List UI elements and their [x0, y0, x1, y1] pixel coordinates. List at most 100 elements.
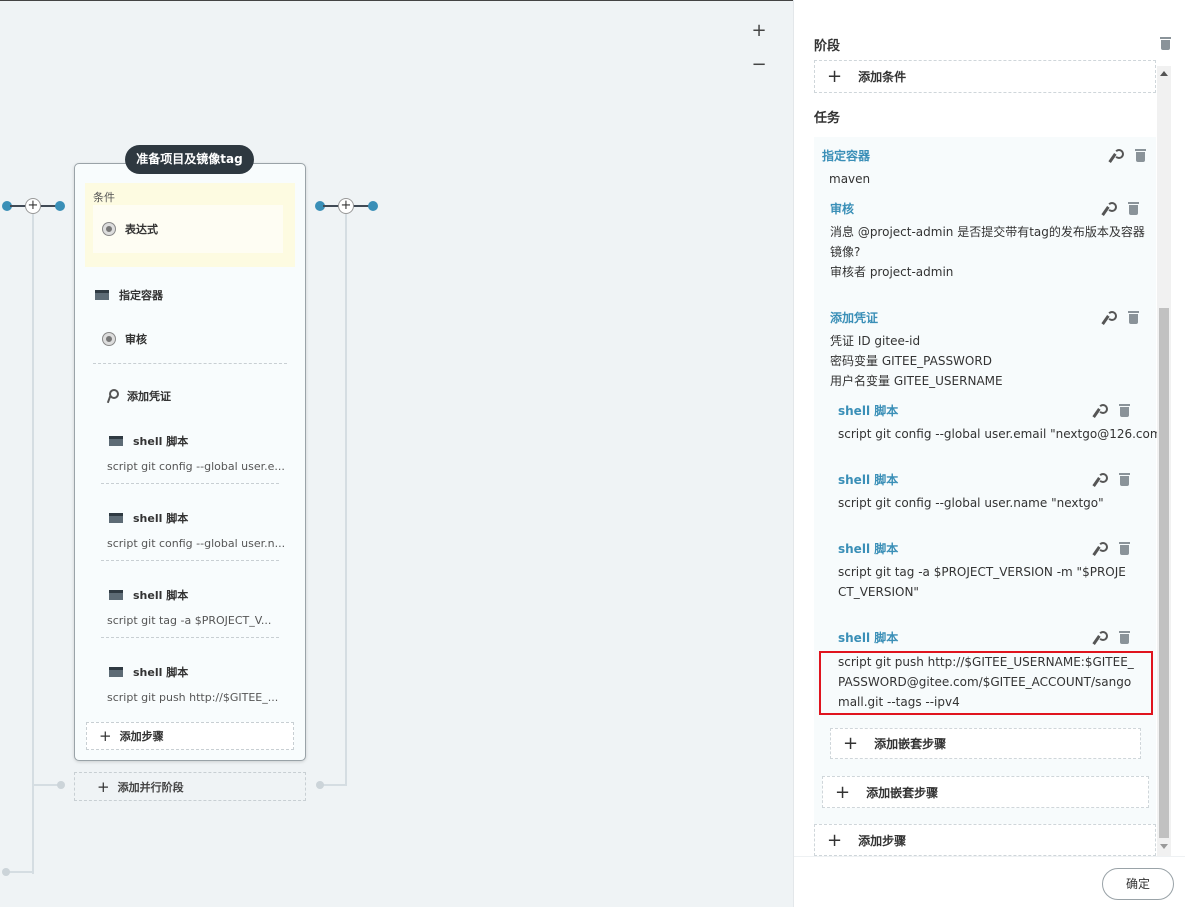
step-credential[interactable]: 添加凭证 — [105, 388, 171, 404]
delete-icon[interactable] — [1119, 542, 1130, 555]
scroll-up-icon[interactable] — [1160, 71, 1168, 76]
condition-item-label: 表达式 — [125, 223, 158, 236]
edit-wrench-icon[interactable] — [1102, 311, 1117, 324]
zoom-out-button[interactable]: − — [748, 55, 770, 77]
connector-dot — [368, 201, 378, 211]
step-summary: script git tag -a $PROJECT_V... — [107, 614, 272, 627]
panel-scroll-area: 阶段 + 添加条件 任务 指定容器 maven 审核 消息 @project-a… — [794, 0, 1185, 856]
terminal-icon — [109, 590, 123, 600]
radio-icon — [103, 333, 115, 345]
pipeline-canvas: + − + + 准备项目及镜像tag 条件 表达式 指定容器 审核 添加凭证 s… — [0, 0, 793, 907]
review-reviewer: 审核者 project-admin — [830, 265, 954, 279]
task-shell-title[interactable]: shell 脚本 — [838, 629, 898, 646]
task-container-title[interactable]: 指定容器 — [822, 147, 870, 164]
step-label: 审核 — [125, 333, 147, 346]
task-credential-title[interactable]: 添加凭证 — [830, 309, 878, 326]
delete-icon[interactable] — [1128, 202, 1139, 215]
add-condition-button[interactable]: + 添加条件 — [814, 60, 1156, 93]
step-label: 指定容器 — [119, 289, 163, 302]
stage-section-title: 阶段 — [814, 39, 841, 54]
step-shell[interactable]: shell 脚本 — [109, 587, 188, 603]
step-shell[interactable]: shell 脚本 — [109, 433, 188, 449]
step-shell[interactable]: shell 脚本 — [109, 510, 188, 526]
terminal-icon — [109, 667, 123, 677]
edit-wrench-icon[interactable] — [1093, 473, 1108, 486]
divider — [93, 363, 287, 364]
step-label: shell 脚本 — [133, 589, 189, 602]
scrollbar[interactable] — [1157, 66, 1171, 856]
branch-dot — [57, 781, 65, 789]
step-container[interactable]: 指定容器 — [95, 287, 163, 303]
delete-icon[interactable] — [1119, 404, 1130, 417]
edit-wrench-icon[interactable] — [1093, 542, 1108, 555]
edit-wrench-icon[interactable] — [1093, 631, 1108, 644]
branch-dot — [316, 781, 324, 789]
container-value: maven — [829, 172, 871, 186]
review-message-cont: 镜像? — [830, 245, 861, 259]
zoom-in-button[interactable]: + — [748, 21, 770, 43]
branch-line — [345, 214, 347, 786]
add-nested-step-button[interactable]: + 添加嵌套步骤 — [830, 728, 1141, 759]
panel-footer: 确定 — [794, 856, 1185, 907]
scroll-down-icon[interactable] — [1160, 844, 1168, 849]
credential-id: 凭证 ID gitee-id — [830, 334, 921, 348]
add-step-label: 添加步骤 — [858, 833, 907, 848]
delete-icon[interactable] — [1119, 473, 1130, 486]
delete-icon[interactable] — [1119, 631, 1130, 644]
terminal-icon — [109, 513, 123, 523]
review-message: 消息 @project-admin 是否提交带有tag的发布版本及容器 — [830, 225, 1145, 239]
task-shell-title[interactable]: shell 脚本 — [838, 471, 898, 488]
stage-card[interactable]: 条件 表达式 指定容器 审核 添加凭证 shell 脚本 script git … — [74, 163, 306, 761]
branch-line — [32, 214, 34, 874]
condition-item[interactable]: 表达式 — [93, 205, 283, 253]
step-label: shell 脚本 — [133, 512, 189, 525]
add-parallel-stage-label: 添加并行阶段 — [117, 780, 184, 794]
task-shell-title[interactable]: shell 脚本 — [838, 540, 898, 557]
highlight-box — [819, 651, 1153, 715]
branch-line — [320, 784, 347, 786]
scrollbar-thumb[interactable] — [1159, 308, 1169, 838]
task-section-title: 任务 — [814, 111, 841, 126]
add-step-label: 添加步骤 — [119, 730, 164, 743]
step-label: shell 脚本 — [133, 666, 189, 679]
shell-script: script git tag -a $PROJECT_VERSION -m "$… — [838, 565, 1126, 599]
edit-wrench-icon[interactable] — [1093, 404, 1108, 417]
add-stage-plus-icon[interactable]: + — [25, 198, 41, 214]
add-nested-step-label: 添加嵌套步骤 — [866, 785, 939, 800]
top-divider — [0, 0, 793, 1]
credential-username-var: 用户名变量 GITEE_USERNAME — [830, 374, 1003, 388]
stage-detail-panel: 阶段 + 添加条件 任务 指定容器 maven 审核 消息 @project-a… — [793, 0, 1185, 907]
terminal-icon — [109, 436, 123, 446]
step-label: 添加凭证 — [127, 390, 171, 403]
add-nested-step-button[interactable]: + 添加嵌套步骤 — [822, 776, 1149, 808]
add-step-button[interactable]: + 添加步骤 — [814, 824, 1156, 856]
delete-icon[interactable] — [1135, 149, 1146, 162]
plus-icon: + — [827, 829, 843, 851]
shell-script: script git config --global user.name "ne… — [838, 496, 1104, 510]
add-stage-plus-icon[interactable]: + — [338, 198, 354, 214]
step-summary: script git push http://$GITEE_... — [107, 691, 279, 704]
step-review[interactable]: 审核 — [103, 331, 147, 347]
divider — [101, 637, 279, 638]
divider — [101, 560, 279, 561]
step-label: shell 脚本 — [133, 435, 189, 448]
expression-icon — [103, 223, 115, 235]
add-parallel-stage-button[interactable]: + 添加并行阶段 — [74, 772, 306, 801]
edit-wrench-icon[interactable] — [1109, 149, 1124, 162]
step-shell[interactable]: shell 脚本 — [109, 664, 188, 680]
add-step-button[interactable]: + 添加步骤 — [86, 722, 294, 750]
task-review-title[interactable]: 审核 — [830, 200, 854, 217]
terminal-icon — [95, 290, 109, 300]
divider — [101, 483, 279, 484]
plus-icon: + — [843, 733, 859, 754]
delete-icon[interactable] — [1128, 311, 1139, 324]
edit-wrench-icon[interactable] — [1102, 202, 1117, 215]
confirm-button[interactable]: 确定 — [1102, 868, 1174, 900]
key-icon — [105, 389, 119, 403]
condition-section: 条件 表达式 — [85, 183, 295, 267]
plus-icon: + — [97, 777, 110, 796]
delete-stage-icon[interactable] — [1160, 37, 1171, 50]
task-shell-title[interactable]: shell 脚本 — [838, 402, 898, 419]
plus-icon: + — [835, 781, 851, 803]
stage-title[interactable]: 准备项目及镜像tag — [125, 145, 254, 174]
